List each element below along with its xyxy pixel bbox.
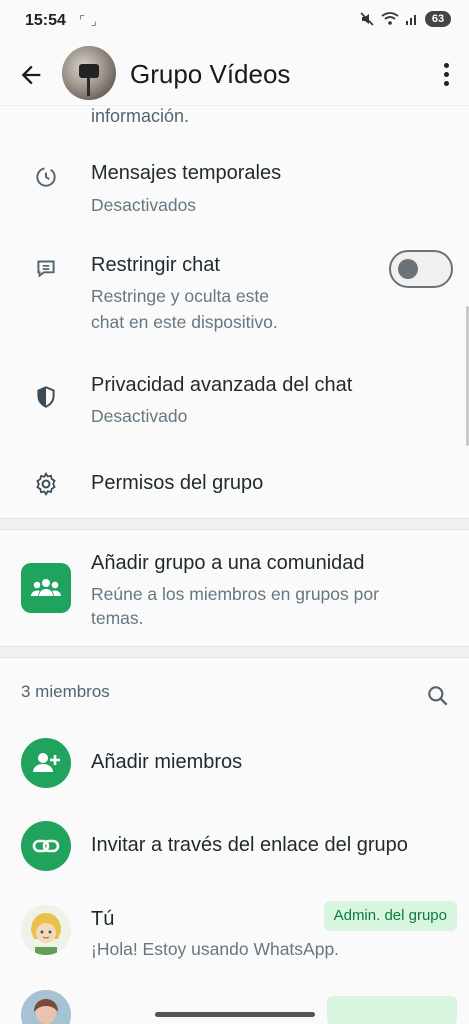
setting-restrict-chat[interactable]: Restringir chat Restringe y oculta este …: [0, 242, 469, 342]
setting-disappearing-messages[interactable]: Mensajes temporales Desactivados: [0, 150, 469, 230]
setting-advanced-privacy[interactable]: Privacidad avanzada del chat Desactivado: [0, 362, 469, 442]
setting-title: Permisos del grupo: [91, 472, 264, 494]
invite-link-label: Invitar a través del enlace del grupo: [91, 834, 408, 856]
setting-subtitle-line-1: Restringe y oculta este: [91, 286, 270, 306]
group-avatar[interactable]: [62, 46, 116, 100]
people-icon: [31, 579, 61, 596]
chat-info-header: Grupo Vídeos: [0, 44, 469, 106]
setting-subtitle-line-2: chat en este dispositivo.: [91, 312, 278, 332]
restrict-chat-toggle[interactable]: [389, 250, 453, 288]
setting-subtitle: Desactivado: [91, 406, 188, 426]
setting-title: Mensajes temporales: [91, 162, 282, 184]
setting-title: Restringir chat: [91, 254, 220, 276]
wifi-icon: [381, 12, 399, 25]
status-icons: 63: [359, 11, 451, 27]
setting-title: Privacidad avanzada del chat: [91, 374, 353, 396]
avatar: [21, 990, 71, 1024]
setting-subtitle: Desactivados: [91, 195, 197, 215]
section-divider: [0, 646, 469, 658]
members-count: 3 miembros: [21, 682, 110, 701]
mute-icon: [360, 12, 374, 26]
member-status: ¡Hola! Estoy usando WhatsApp.: [91, 939, 340, 959]
toggle-knob: [398, 259, 418, 279]
admin-badge: [327, 996, 457, 1024]
home-indicator[interactable]: [155, 1012, 315, 1017]
add-person-icon: [21, 738, 71, 788]
avatar: [21, 905, 71, 955]
community-subtitle-line-1: Reúne a los miembros en grupos por: [91, 584, 379, 604]
community-icon: [21, 563, 71, 613]
shield-icon: [37, 386, 55, 408]
member-row[interactable]: [0, 986, 469, 1024]
add-members-label: Añadir miembros: [91, 751, 243, 773]
member-row[interactable]: Tú ¡Hola! Estoy usando WhatsApp. Admin. …: [0, 896, 469, 976]
add-members-item[interactable]: Añadir miembros: [0, 728, 469, 798]
community-subtitle-line-2: temas.: [91, 608, 144, 628]
invite-link-item[interactable]: Invitar a través del enlace del grupo: [0, 812, 469, 882]
more-options-icon[interactable]: [433, 58, 459, 90]
setting-group-permissions[interactable]: Permisos del grupo: [0, 454, 469, 514]
group-info-content: información. Mensajes temporales Desacti…: [0, 106, 469, 1024]
back-arrow-icon[interactable]: [17, 61, 45, 89]
admin-badge: Admin. del grupo: [323, 901, 457, 931]
signal-icon: [406, 15, 416, 25]
status-bar: 15:54 ⌜ ⌟ 63: [0, 0, 469, 44]
search-icon[interactable]: [425, 683, 451, 709]
partial-description: información.: [91, 106, 190, 126]
lock-chat-icon: [37, 260, 55, 278]
gear-icon: [36, 472, 56, 496]
group-title[interactable]: Grupo Vídeos: [130, 59, 290, 90]
community-title: Añadir grupo a una comunidad: [91, 552, 365, 574]
battery-icon: 63: [425, 11, 451, 27]
link-icon: [21, 821, 71, 871]
add-to-community-item[interactable]: Añadir grupo a una comunidad Reúne a los…: [0, 532, 469, 632]
screen-record-indicator: ⌜ ⌟: [79, 13, 98, 28]
member-name: Tú: [91, 908, 115, 930]
section-divider: [0, 518, 469, 530]
status-time: 15:54: [25, 12, 66, 29]
timer-icon: [36, 167, 56, 187]
